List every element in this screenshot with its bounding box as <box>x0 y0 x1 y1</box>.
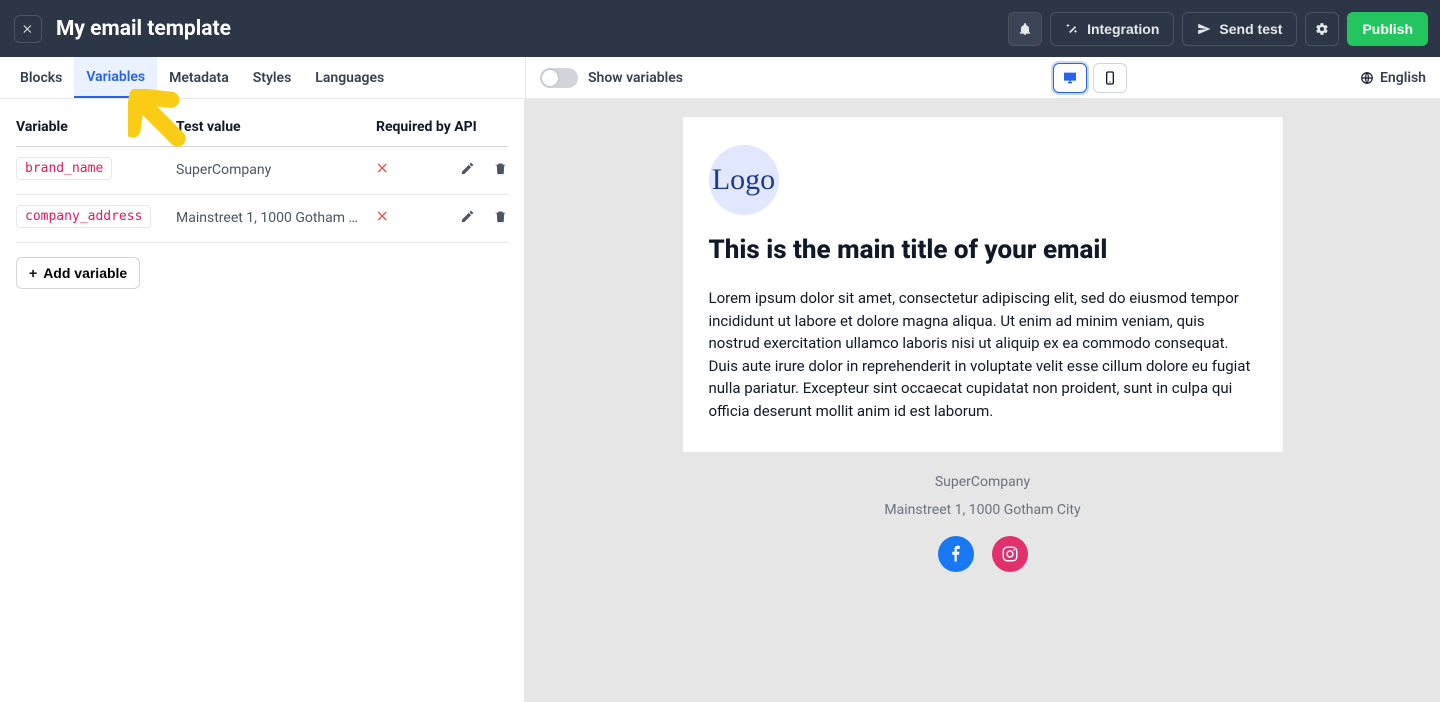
viewport-switch <box>1053 63 1127 93</box>
facebook-icon <box>947 545 965 563</box>
trash-icon <box>493 161 508 176</box>
row-actions <box>406 209 508 228</box>
integration-button[interactable]: Integration <box>1050 12 1174 46</box>
table-row: brand_name SuperCompany <box>16 147 508 195</box>
delete-variable-button[interactable] <box>493 161 508 180</box>
facebook-link[interactable] <box>938 536 974 572</box>
editor-tabs: Blocks Variables Metadata Styles Languag… <box>0 57 525 98</box>
email-footer: SuperCompany Mainstreet 1, 1000 Gotham C… <box>683 452 1283 596</box>
variable-chip: brand_name <box>16 157 112 180</box>
page-title: My email template <box>56 17 231 41</box>
notifications-button[interactable] <box>1008 12 1042 46</box>
main-area: Variable Test value Required by API bran… <box>0 99 1440 702</box>
trash-icon <box>493 209 508 224</box>
row-actions <box>406 161 508 180</box>
edit-variable-button[interactable] <box>460 161 475 180</box>
footer-socials <box>683 536 1283 572</box>
settings-button[interactable] <box>1305 12 1339 46</box>
email-logo-text: Logo <box>712 163 775 197</box>
send-test-button[interactable]: Send test <box>1182 12 1297 46</box>
top-bar-actions: Integration Send test Publish <box>1008 12 1428 46</box>
add-variable-label: Add variable <box>43 265 127 281</box>
integration-label: Integration <box>1087 21 1159 37</box>
table-row: company_address Mainstreet 1, 1000 Gotha… <box>16 195 508 243</box>
close-icon <box>22 23 34 35</box>
table-header: Variable Test value Required by API <box>16 113 508 147</box>
delete-variable-button[interactable] <box>493 209 508 228</box>
variable-test-value: Mainstreet 1, 1000 Gotham … <box>176 210 376 226</box>
language-label: English <box>1380 70 1426 86</box>
tab-metadata[interactable]: Metadata <box>157 57 241 98</box>
pencil-icon <box>460 161 475 176</box>
bell-icon <box>1018 22 1032 36</box>
send-test-label: Send test <box>1219 21 1282 37</box>
email-body-text: Lorem ipsum dolor sit amet, consectetur … <box>709 287 1257 422</box>
email-preview-wrapper: Logo This is the main title of your emai… <box>683 117 1283 702</box>
variables-panel: Variable Test value Required by API bran… <box>0 99 525 702</box>
paper-plane-icon <box>1197 22 1211 36</box>
email-body-card: Logo This is the main title of your emai… <box>683 117 1283 452</box>
gear-icon <box>1315 22 1329 36</box>
preview-pane: Logo This is the main title of your emai… <box>525 99 1440 702</box>
footer-address: Mainstreet 1, 1000 Gotham City <box>683 502 1283 518</box>
tab-variables[interactable]: Variables <box>74 57 157 98</box>
publish-button[interactable]: Publish <box>1347 12 1428 46</box>
email-title: This is the main title of your email <box>709 235 1257 265</box>
publish-label: Publish <box>1362 21 1413 37</box>
required-false-icon <box>376 209 406 227</box>
language-selector[interactable]: English <box>1360 70 1426 86</box>
tab-languages[interactable]: Languages <box>303 57 396 98</box>
col-required: Required by API <box>376 119 506 136</box>
show-variables-toggle[interactable] <box>540 68 578 88</box>
sub-bar: Blocks Variables Metadata Styles Languag… <box>0 57 1440 99</box>
email-logo: Logo <box>709 145 779 215</box>
plus-icon: + <box>29 265 37 281</box>
globe-icon <box>1360 71 1374 85</box>
required-false-icon <box>376 161 406 179</box>
viewport-mobile-button[interactable] <box>1093 63 1127 93</box>
instagram-icon <box>1001 545 1019 563</box>
mobile-icon <box>1101 70 1119 86</box>
col-variable: Variable <box>16 119 176 136</box>
show-variables-label: Show variables <box>588 70 683 86</box>
footer-company: SuperCompany <box>683 474 1283 490</box>
tab-blocks[interactable]: Blocks <box>8 57 74 98</box>
instagram-link[interactable] <box>992 536 1028 572</box>
variable-test-value: SuperCompany <box>176 162 376 178</box>
col-test-value: Test value <box>176 119 376 136</box>
desktop-icon <box>1061 70 1079 86</box>
tab-styles[interactable]: Styles <box>241 57 304 98</box>
wand-icon <box>1065 22 1079 36</box>
viewport-desktop-button[interactable] <box>1053 63 1087 93</box>
preview-toolbar: Show variables English <box>525 57 1440 98</box>
pencil-icon <box>460 209 475 224</box>
top-bar: My email template Integration Send test … <box>0 0 1440 57</box>
close-button[interactable] <box>14 15 42 43</box>
add-variable-button[interactable]: + Add variable <box>16 257 140 289</box>
variable-chip: company_address <box>16 205 151 228</box>
edit-variable-button[interactable] <box>460 209 475 228</box>
variables-table: Variable Test value Required by API bran… <box>16 113 508 243</box>
